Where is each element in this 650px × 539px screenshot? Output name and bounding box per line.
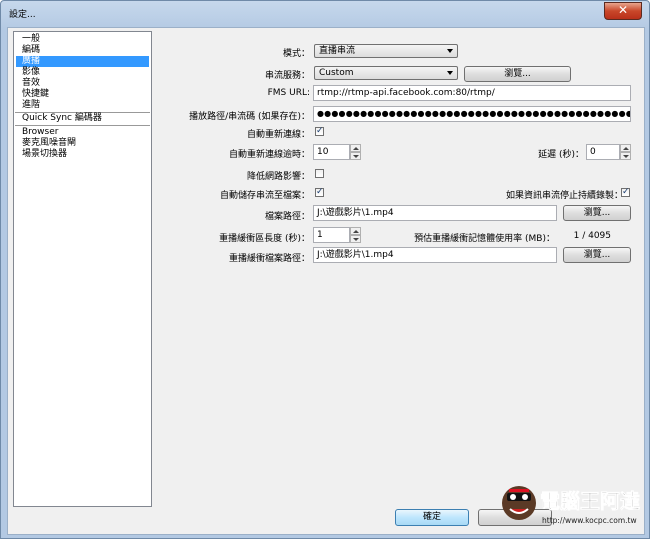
reconnect-timeout-spinner[interactable]: 10 bbox=[313, 144, 361, 160]
delay-value[interactable]: 0 bbox=[586, 144, 620, 160]
service-select-value: Custom bbox=[319, 68, 354, 78]
stream-key-input[interactable]: ●●●●●●●●●●●●●●●●●●●●●●●●●●●●●●●●●●●●●●●●… bbox=[313, 106, 631, 122]
keep-recording-label: 如果資訊串流停止持續錄製： bbox=[505, 191, 623, 201]
spinner-buttons[interactable] bbox=[620, 144, 631, 160]
delay-label: 延遲 (秒)： bbox=[538, 150, 584, 160]
replay-path-label: 重播緩衝檔案路徑： bbox=[228, 254, 310, 264]
keep-recording-checkbox[interactable] bbox=[621, 187, 630, 197]
estimated-memory-label: 預估重播緩衝記憶體使用率 (MB)： bbox=[414, 234, 555, 244]
sidebar-item-quick-sync[interactable]: Quick Sync 編碼器 bbox=[16, 113, 149, 124]
settings-window: 設定... ✕ 一般 編碼 廣播 影像 音效 快捷鍵 進階 Quick Sync… bbox=[0, 0, 650, 539]
watermark-logo: 電腦王阿達 http://www.kocpc.com.tw bbox=[498, 471, 648, 533]
spin-up-icon[interactable] bbox=[350, 227, 361, 235]
estimated-memory-value: 1 / 4095 bbox=[573, 231, 611, 241]
title-bar: 設定... ✕ bbox=[1, 1, 649, 25]
spin-up-icon[interactable] bbox=[350, 144, 361, 152]
reconnect-timeout-label: 自動重新連線逾時： bbox=[228, 150, 310, 160]
client-area: 一般 編碼 廣播 影像 音效 快捷鍵 進階 Quick Sync 編碼器 Bro… bbox=[7, 27, 645, 535]
reconnect-timeout-value[interactable]: 10 bbox=[313, 144, 350, 160]
replay-buffer-length-label: 重播緩衝區長度 (秒)： bbox=[219, 234, 310, 244]
sidebar-item-scene-switcher[interactable]: 場景切換器 bbox=[16, 149, 149, 160]
chevron-down-icon bbox=[447, 71, 453, 75]
spinner-buttons[interactable] bbox=[350, 144, 361, 160]
spinner-buttons[interactable] bbox=[350, 227, 361, 243]
sidebar-divider bbox=[15, 125, 150, 126]
sidebar-item-advanced[interactable]: 進階 bbox=[16, 100, 149, 111]
spin-up-icon[interactable] bbox=[620, 144, 631, 152]
mode-select-value: 直播串流 bbox=[319, 46, 356, 56]
sidebar-item-mic-noise-gate[interactable]: 麥克風噪音閘 bbox=[16, 138, 149, 149]
sidebar-item-general[interactable]: 一般 bbox=[16, 34, 149, 45]
close-button[interactable]: ✕ bbox=[604, 2, 642, 20]
watermark-brand: 電腦王阿達 bbox=[540, 489, 640, 513]
spin-down-icon[interactable] bbox=[350, 152, 361, 160]
sidebar-item-encoding[interactable]: 編碼 bbox=[16, 45, 149, 56]
auto-save-checkbox[interactable] bbox=[315, 187, 324, 197]
sidebar-item-audio[interactable]: 音效 bbox=[16, 78, 149, 89]
replay-buffer-length-value[interactable]: 1 bbox=[313, 227, 350, 243]
service-select[interactable]: Custom bbox=[314, 66, 458, 80]
sidebar-item-video[interactable]: 影像 bbox=[16, 67, 149, 78]
mode-label: 模式： bbox=[282, 49, 310, 59]
sidebar-item-broadcast[interactable]: 廣播 bbox=[16, 56, 149, 67]
reduce-latency-checkbox[interactable] bbox=[315, 169, 324, 178]
service-label: 串流服務： bbox=[264, 71, 310, 81]
fms-url-input[interactable]: rtmp://rtmp-api.facebook.com:80/rtmp/ bbox=[313, 85, 631, 101]
sidebar-item-hotkeys[interactable]: 快捷鍵 bbox=[16, 89, 149, 100]
auto-reconnect-checkbox[interactable] bbox=[315, 126, 324, 136]
replay-path-browse-button[interactable]: 瀏覽... bbox=[563, 247, 631, 263]
stream-key-label: 播放路徑/串流碼 (如果存在)： bbox=[189, 112, 310, 122]
mode-select[interactable]: 直播串流 bbox=[314, 44, 458, 58]
file-path-browse-button[interactable]: 瀏覽... bbox=[563, 205, 631, 221]
auto-reconnect-label: 自動重新連線： bbox=[246, 130, 310, 140]
reduce-latency-label: 降低網路影響： bbox=[246, 172, 310, 182]
file-path-label: 檔案路徑： bbox=[264, 212, 310, 222]
auto-save-label: 自動儲存串流至檔案： bbox=[219, 191, 310, 201]
delay-spinner[interactable]: 0 bbox=[586, 144, 631, 160]
file-path-input[interactable]: J:\遊戲影片\1.mp4 bbox=[313, 205, 557, 221]
chevron-down-icon bbox=[447, 49, 453, 53]
replay-buffer-length-spinner[interactable]: 1 bbox=[313, 227, 361, 243]
sidebar-item-browser[interactable]: Browser bbox=[16, 127, 149, 138]
service-browse-button[interactable]: 瀏覽... bbox=[464, 66, 571, 82]
settings-category-list[interactable]: 一般 編碼 廣播 影像 音效 快捷鍵 進階 Quick Sync 編碼器 Bro… bbox=[13, 31, 152, 507]
replay-path-input[interactable]: J:\遊戲影片\1.mp4 bbox=[313, 247, 557, 263]
spin-down-icon[interactable] bbox=[620, 152, 631, 160]
window-title: 設定... bbox=[9, 10, 36, 20]
watermark-url: http://www.kocpc.com.tw bbox=[542, 516, 637, 525]
ok-button[interactable]: 確定 bbox=[395, 509, 469, 526]
fms-url-label: FMS URL: bbox=[267, 88, 310, 98]
spin-down-icon[interactable] bbox=[350, 235, 361, 243]
